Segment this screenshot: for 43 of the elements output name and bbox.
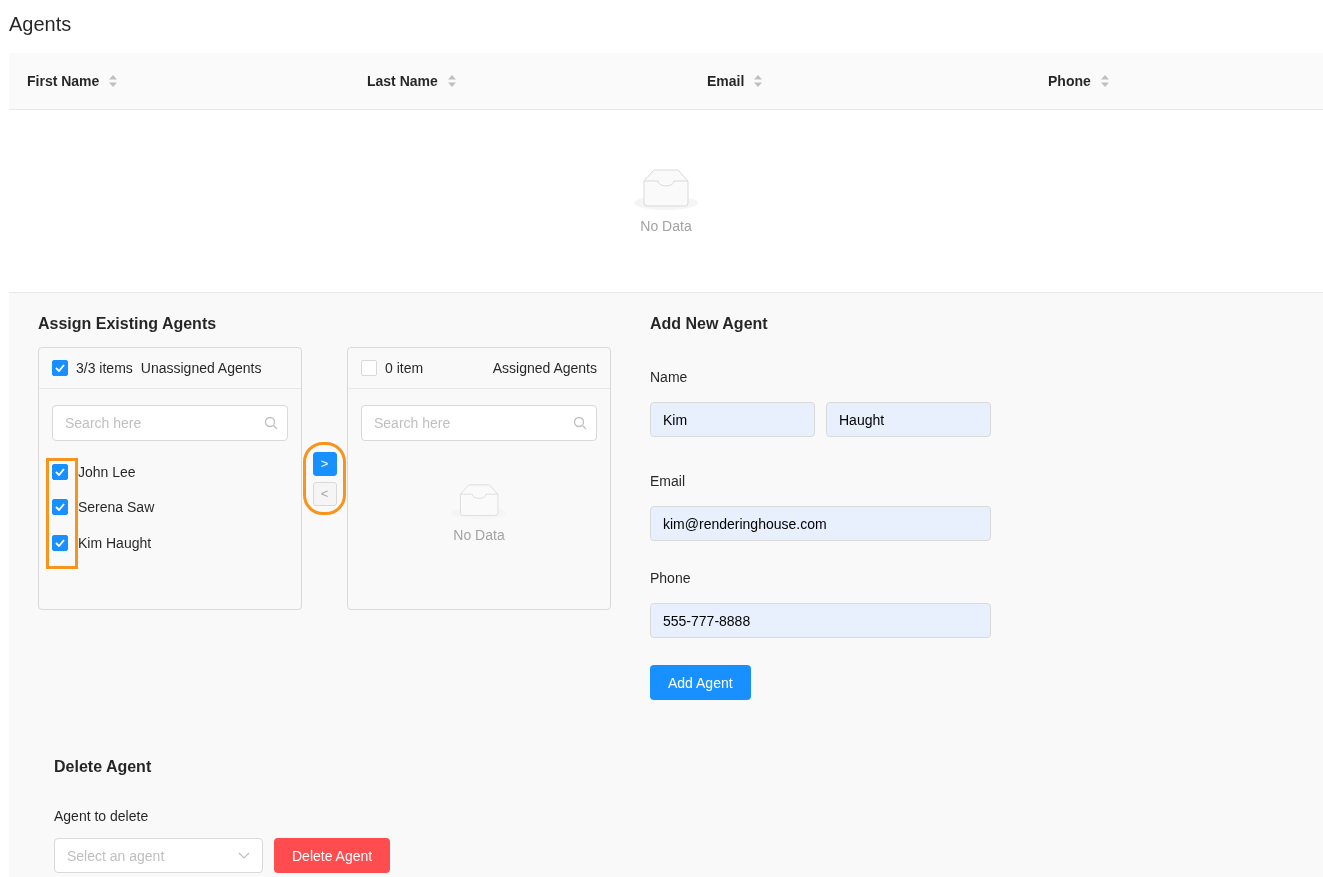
search-field[interactable]: Search here xyxy=(361,405,597,441)
field-label: Email xyxy=(650,473,686,489)
check-icon xyxy=(55,467,65,476)
item-checkbox[interactable] xyxy=(52,463,68,480)
section-heading: Add New Agent xyxy=(650,315,769,333)
empty-text: No Data xyxy=(640,217,692,234)
empty-inbox-icon xyxy=(634,168,698,210)
search-icon xyxy=(264,416,278,430)
field-label: Phone xyxy=(650,570,692,586)
search-field[interactable]: Search here xyxy=(52,405,288,441)
chevron-down-icon xyxy=(238,851,250,860)
column-header[interactable]: Phone xyxy=(1048,73,1091,89)
list-item[interactable]: Serena Saw xyxy=(78,499,155,516)
section-heading: Assign Existing Agents xyxy=(38,315,218,333)
search-icon xyxy=(573,416,587,430)
section-heading: Delete Agent xyxy=(54,758,153,776)
column-header[interactable]: First Name xyxy=(27,73,100,89)
sort-icon[interactable] xyxy=(754,74,763,88)
column-header[interactable]: Email xyxy=(707,73,745,89)
field-label: Agent to delete xyxy=(54,808,150,824)
empty-text: No Data xyxy=(453,526,505,543)
last-name-field[interactable]: Haught xyxy=(826,402,991,437)
item-checkbox[interactable] xyxy=(52,534,68,551)
list-item[interactable]: John Lee xyxy=(78,463,136,480)
check-icon xyxy=(55,364,65,372)
phone-field[interactable]: 555-777-8888 xyxy=(650,603,991,638)
email-field[interactable]: kim@renderinghouse.com xyxy=(650,506,991,541)
check-icon xyxy=(55,503,65,512)
list-item[interactable]: Kim Haught xyxy=(78,534,152,551)
sort-icon[interactable] xyxy=(109,74,118,88)
select-all-checkbox[interactable] xyxy=(52,360,68,376)
item-checkbox[interactable] xyxy=(52,499,68,516)
sort-icon[interactable] xyxy=(1100,74,1109,88)
item-count: 3/3 items xyxy=(76,360,133,376)
check-icon xyxy=(55,538,65,547)
list-title: Unassigned Agents xyxy=(140,360,262,376)
item-count: 0 item xyxy=(385,360,424,376)
column-header[interactable]: Last Name xyxy=(367,73,438,89)
first-name-field[interactable]: Kim xyxy=(650,402,815,437)
field-label: Name xyxy=(650,369,689,385)
sort-icon[interactable] xyxy=(447,74,456,88)
list-title: Assigned Agents xyxy=(492,360,597,376)
page-title: Agents xyxy=(9,12,73,37)
